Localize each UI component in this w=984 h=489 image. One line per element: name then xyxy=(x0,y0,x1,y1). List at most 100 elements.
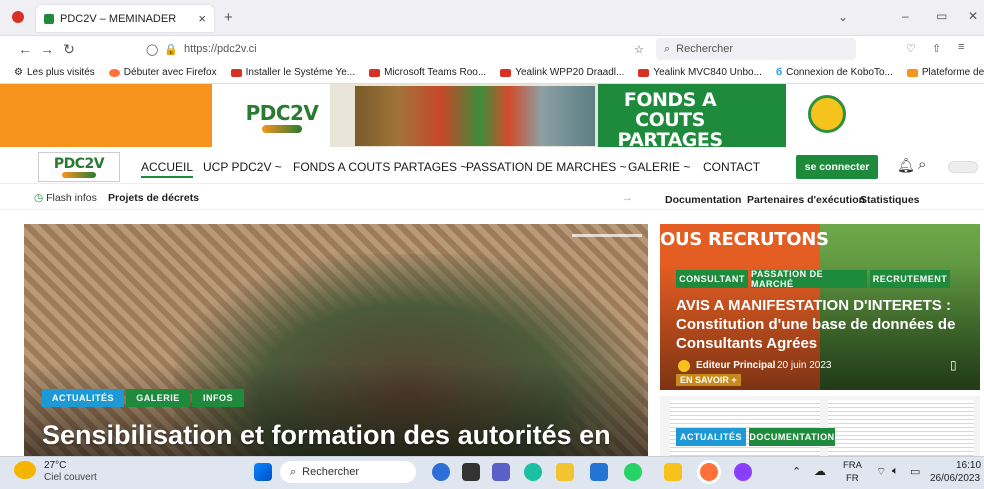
copilot-icon[interactable] xyxy=(734,463,752,481)
minimize-icon[interactable]: – xyxy=(902,9,909,23)
logo-text: PDC2V xyxy=(245,101,319,125)
connect-button[interactable]: se connecter xyxy=(796,155,878,179)
wifi-icon[interactable]: ⌔ xyxy=(876,465,886,479)
search-icon[interactable]: ⌕ xyxy=(918,156,926,173)
lang-indicator[interactable]: FRA xyxy=(843,460,862,471)
bookmark-item[interactable]: Yealink MVC840 Unbo... xyxy=(638,67,762,78)
firefox-icon xyxy=(108,68,120,77)
ticker-arrow-icon[interactable]: → xyxy=(622,192,633,204)
notes-icon[interactable] xyxy=(664,463,682,481)
close-tab-icon[interactable]: × xyxy=(198,11,206,26)
hero-title[interactable]: Sensibilisation et formation des autorit… xyxy=(42,420,652,451)
menu-item-contact[interactable]: CONTACT xyxy=(703,160,760,174)
forward-icon[interactable]: → xyxy=(36,41,58,57)
clock-date[interactable]: 26/06/2023 xyxy=(930,473,980,484)
menu-item-fonds[interactable]: FONDS A COUTS PARTAGES ~ xyxy=(293,160,467,174)
onedrive-icon[interactable]: ☁ xyxy=(814,464,826,478)
taskbar-search-label: Rechercher xyxy=(302,466,360,478)
windows-start-icon[interactable] xyxy=(254,463,272,481)
link-statistiques[interactable]: Statistiques xyxy=(860,194,920,206)
bookmark-item[interactable]: Plateforme de Suivi de... xyxy=(906,67,984,78)
tag-actualites-2[interactable]: ACTUALITÉS xyxy=(676,428,746,446)
browser-search-input[interactable]: ⌕ Rechercher xyxy=(656,38,856,60)
menu-logo-text: PDC2V xyxy=(53,156,105,172)
store-icon[interactable] xyxy=(590,463,608,481)
bookmark-icon[interactable]: ▯ xyxy=(950,358,957,372)
whatsapp-icon[interactable] xyxy=(624,463,642,481)
pdc2v-logo[interactable]: PDC2V xyxy=(232,96,332,138)
link-partenaires[interactable]: Partenaires d'exécution xyxy=(747,194,865,206)
read-more-button[interactable]: EN SAVOIR + xyxy=(676,374,741,386)
bookmarks-toolbar: ⚙ Les plus visités Débuter avec Firefox I… xyxy=(0,62,984,84)
menu-item-galerie[interactable]: GALERIE ~ xyxy=(628,160,690,174)
teams-chat-icon[interactable] xyxy=(492,463,510,481)
task-view-icon[interactable] xyxy=(462,463,480,481)
theme-toggle[interactable] xyxy=(948,161,978,173)
file-explorer-icon[interactable] xyxy=(556,463,574,481)
tray-chevron-icon[interactable]: ⌃ xyxy=(792,465,801,478)
menu-logo-emblem xyxy=(62,172,96,178)
url-bar[interactable]: ◯ 🔒 https://pdc2v.ci ☆ xyxy=(146,38,658,60)
widgets-icon[interactable] xyxy=(432,463,450,481)
battery-icon[interactable]: ▭ xyxy=(910,465,920,478)
tag-actualites[interactable]: ACTUALITÉS xyxy=(42,389,124,407)
menu-logo[interactable]: PDC2V xyxy=(38,152,120,182)
flash-infos-label: ◷ Flash infos xyxy=(34,192,97,204)
logo-emblem xyxy=(262,125,302,133)
clock-time[interactable]: 16:10 xyxy=(956,460,981,471)
tag-documentation[interactable]: DOCUMENTATION xyxy=(749,428,835,446)
menu-item-passation[interactable]: PASSATION DE MARCHES ~ xyxy=(466,160,627,174)
tag-passation[interactable]: PASSATION DE MARCHÉ xyxy=(751,269,867,289)
recruit-banner: OUS RECRUTONS xyxy=(660,229,829,250)
menu-item-ucp[interactable]: UCP PDC2V ~ xyxy=(203,160,282,174)
lang-indicator-2[interactable]: FR xyxy=(846,473,859,484)
bookmark-item[interactable]: Installer le Systéme Ye... xyxy=(230,67,355,78)
card-author[interactable]: Editeur Principal xyxy=(696,360,775,371)
edge-icon[interactable] xyxy=(524,463,542,481)
firefox-taskbar-icon[interactable] xyxy=(700,463,718,481)
bookmark-star-icon[interactable]: ☆ xyxy=(634,43,644,56)
youtube-icon xyxy=(638,68,650,77)
tag-infos[interactable]: INFOS xyxy=(192,389,244,407)
weather-icon[interactable] xyxy=(14,461,36,479)
url-text[interactable]: https://pdc2v.ci xyxy=(184,43,257,55)
grid-icon xyxy=(906,68,918,77)
flash-ticker-text[interactable]: Projets de décrets xyxy=(108,192,199,204)
close-window-icon[interactable]: ✕ xyxy=(968,9,978,23)
bookmark-item[interactable]: Yealink WPP20 Draadl... xyxy=(500,67,624,78)
reload-icon[interactable]: ↻ xyxy=(58,41,80,58)
search-icon: ⌕ xyxy=(664,42,671,55)
menu-icon[interactable]: ≡ xyxy=(958,41,964,53)
youtube-icon xyxy=(500,68,512,77)
pocket-icon[interactable]: ♡ xyxy=(906,42,916,55)
bookmark-item[interactable]: б Connexion de KoboTo... xyxy=(776,67,893,78)
bookmark-item[interactable]: Microsoft Teams Roo... xyxy=(369,67,486,78)
kobo-icon: б xyxy=(775,67,783,78)
shield-icon[interactable]: ◯ xyxy=(146,43,158,56)
back-icon[interactable]: ← xyxy=(14,41,36,57)
slider-dots[interactable] xyxy=(572,234,642,237)
firefox-view-icon[interactable] xyxy=(12,11,24,23)
link-documentation[interactable]: Documentation xyxy=(665,194,741,206)
menu-item-accueil[interactable]: ACCUEIL xyxy=(141,160,194,178)
tag-consultant[interactable]: CONSULTANT xyxy=(676,270,748,288)
side-article-card-2[interactable] xyxy=(660,396,980,456)
tag-galerie[interactable]: GALERIE xyxy=(126,389,190,407)
lock-icon[interactable]: 🔒 xyxy=(164,43,178,56)
list-tabs-icon[interactable]: ⌄ xyxy=(838,10,848,24)
browser-tab[interactable]: PDC2V – MEMINADER × xyxy=(36,5,214,32)
extensions-icon[interactable]: ⇧ xyxy=(932,42,941,55)
bookmark-item[interactable]: ⚙ Les plus visités xyxy=(14,67,95,78)
fcp-banner-title: FONDS A COUTS PARTAGES (FCP) xyxy=(600,90,740,170)
new-tab-icon[interactable]: + xyxy=(224,9,233,26)
tag-recrutement[interactable]: RECRUTEMENT xyxy=(870,270,950,288)
card-title[interactable]: AVIS A MANIFESTATION D'INTERETS : Consti… xyxy=(676,296,972,353)
card-date: 20 juin 2023 xyxy=(777,360,832,371)
volume-icon[interactable]: 🔈︎ xyxy=(892,465,899,478)
taskbar-search[interactable]: ⌕ Rechercher xyxy=(280,461,416,483)
youtube-icon xyxy=(369,68,381,77)
weather-temp[interactable]: 27°C xyxy=(44,460,66,471)
notification-bell-icon[interactable]: 🔔︎ xyxy=(897,157,915,174)
bookmark-item[interactable]: Débuter avec Firefox xyxy=(108,67,217,78)
maximize-icon[interactable]: ▭ xyxy=(936,9,947,23)
